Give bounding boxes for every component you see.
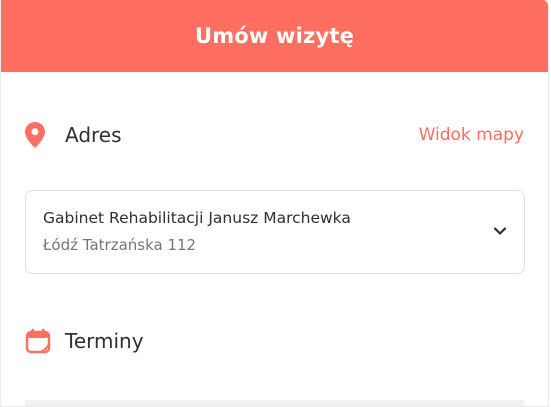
chevron-down-icon [492, 223, 508, 239]
calendar-icon [25, 326, 51, 356]
terms-list-preview [25, 400, 524, 406]
appointment-card: Umów wizytę Adres Widok mapy Gabinet Reh… [0, 0, 549, 407]
clinic-address-select[interactable]: Gabinet Rehabilitacji Janusz Marchewka Ł… [25, 190, 525, 274]
map-view-link[interactable]: Widok mapy [419, 125, 524, 145]
terms-title: Terminy [65, 329, 144, 353]
terms-section-header: Terminy [25, 324, 524, 358]
address-section-header: Adres Widok mapy [25, 118, 524, 152]
address-title: Adres [65, 123, 122, 147]
clinic-address: Łódź Tatrzańska 112 [43, 236, 197, 254]
location-pin-icon [25, 120, 51, 150]
appointment-header: Umów wizytę [1, 0, 548, 72]
header-title: Umów wizytę [194, 24, 355, 48]
clinic-name: Gabinet Rehabilitacji Janusz Marchewka [43, 209, 351, 227]
